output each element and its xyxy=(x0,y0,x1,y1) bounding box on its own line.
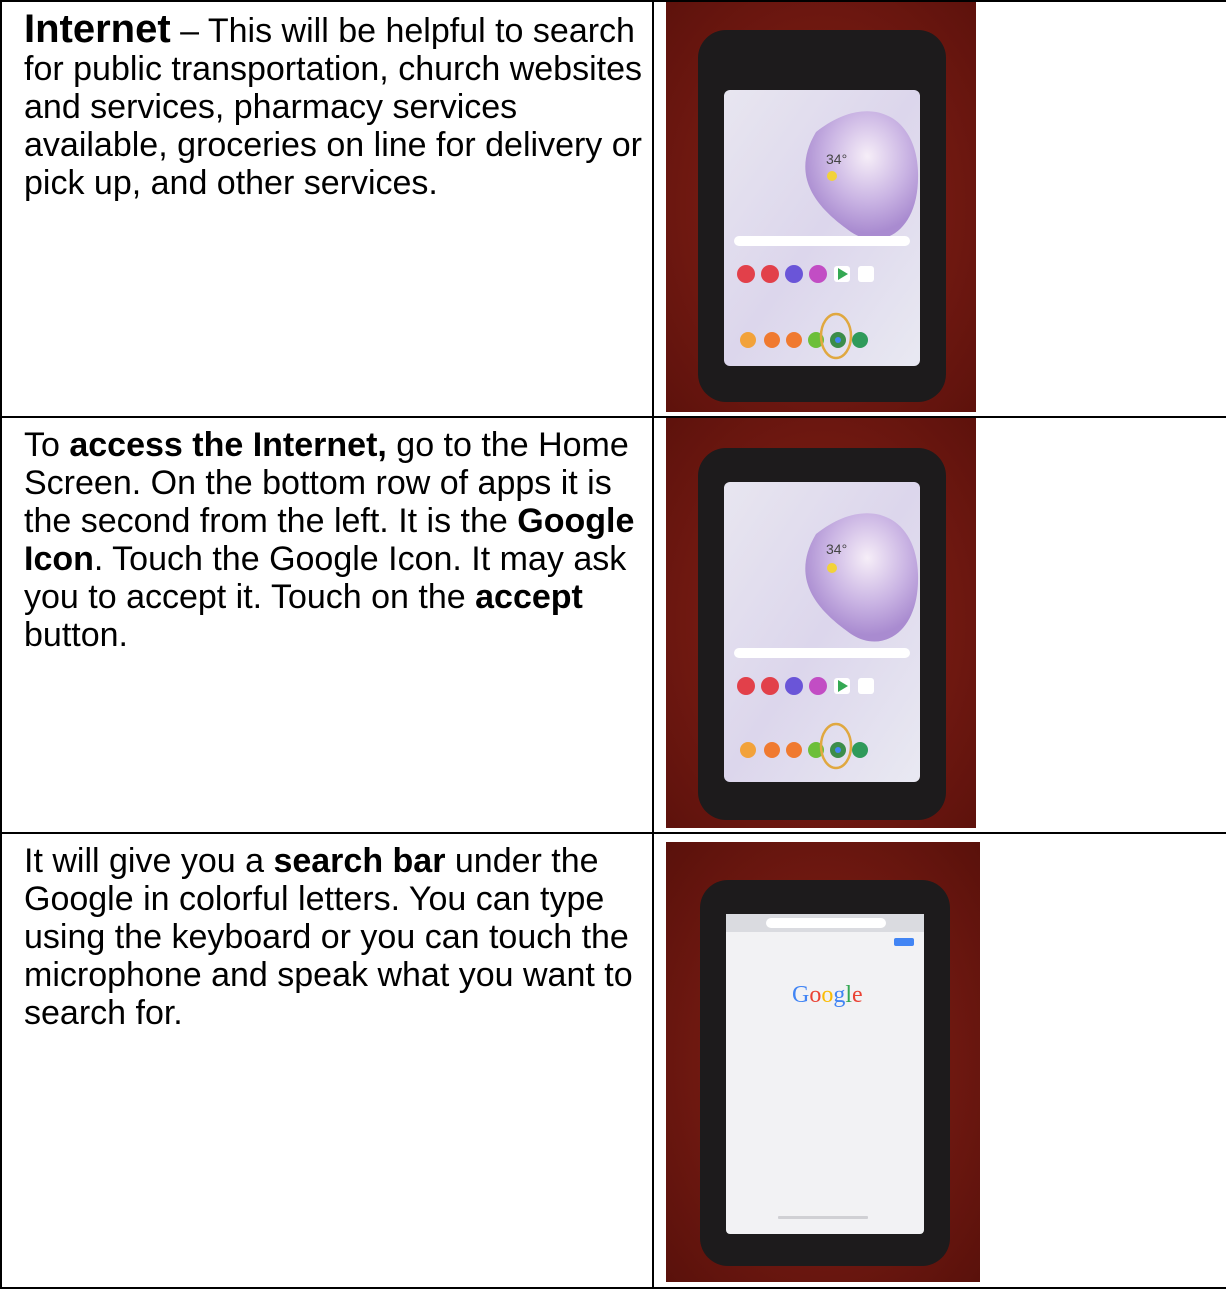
sun-icon xyxy=(827,171,837,181)
sun-icon xyxy=(827,563,837,573)
bold-text-run: search bar xyxy=(273,842,446,880)
search-bar xyxy=(734,648,910,658)
sign-in-button xyxy=(894,938,914,946)
bold-text-run: accept xyxy=(475,578,583,616)
row-3-image-cell: Google xyxy=(652,832,1226,1289)
tablet-screen xyxy=(726,914,924,1234)
text-run: button. xyxy=(24,616,128,654)
table-row: It will give you a search bar under the … xyxy=(0,832,1226,1289)
google-logo: Google xyxy=(792,982,863,1008)
section-heading: Internet xyxy=(24,7,171,51)
row-1-image-cell: 34° xyxy=(652,0,1226,418)
row-2-text-cell: To access the Internet, go to the Home S… xyxy=(0,416,654,834)
text-run: It will give you a xyxy=(24,842,274,880)
temperature-text: 34° xyxy=(826,151,847,167)
search-bar xyxy=(734,236,910,246)
address-bar xyxy=(766,918,886,928)
table-row: Internet – This will be helpful to searc… xyxy=(0,0,1226,418)
tablet-home-screen-photo: 34° xyxy=(666,418,976,828)
tablet-home-screen-photo: 34° xyxy=(666,2,976,412)
row-2-image-cell: 34° xyxy=(652,416,1226,834)
table-row: To access the Internet, go to the Home S… xyxy=(0,416,1226,834)
row-1-text-cell: Internet – This will be helpful to searc… xyxy=(0,0,654,418)
row-3-text-cell: It will give you a search bar under the … xyxy=(0,832,654,1289)
bold-text-run: access the Internet, xyxy=(69,426,387,464)
temperature-text: 34° xyxy=(826,541,847,557)
footer-links xyxy=(778,1216,868,1219)
tablet-google-search-photo: Google xyxy=(666,842,980,1282)
instruction-table: Internet – This will be helpful to searc… xyxy=(0,0,1226,1289)
text-run: To xyxy=(24,426,70,464)
